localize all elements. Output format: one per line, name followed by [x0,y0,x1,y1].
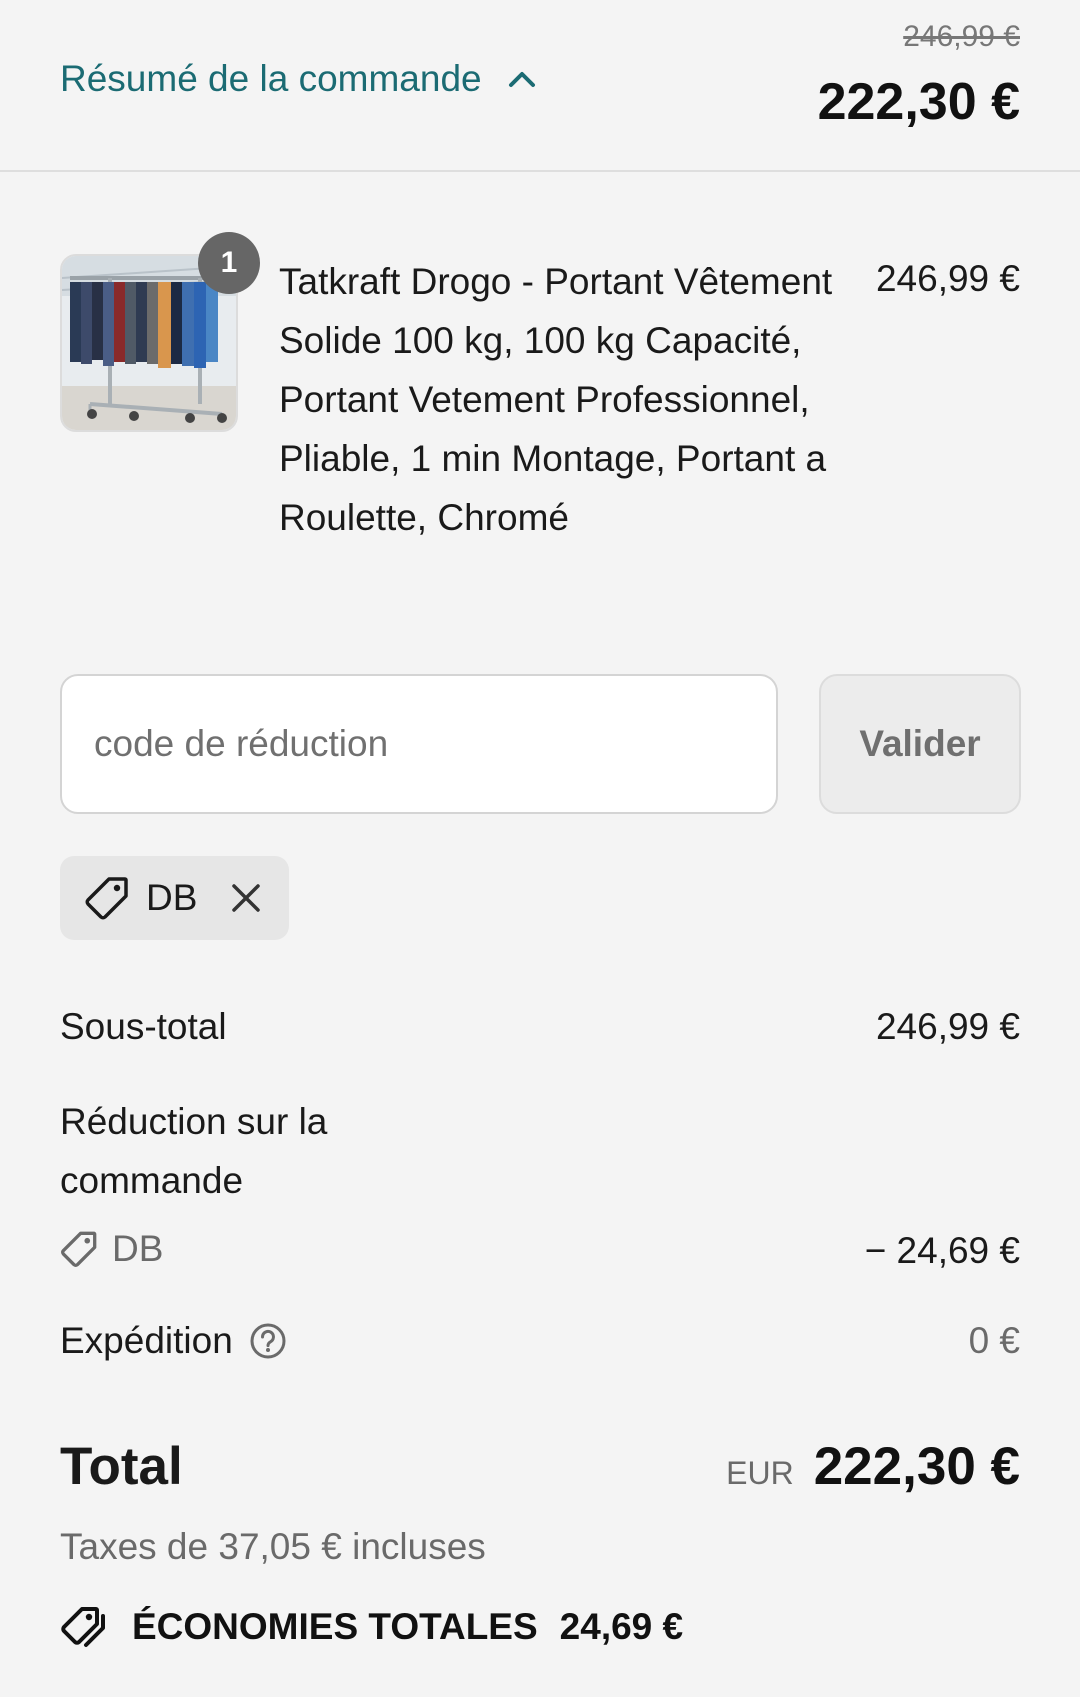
subtotal-value: 246,99 € [875,1006,1020,1047]
taxes-included: Taxes de 37,05 € incluses [60,1526,486,1567]
total-savings-amount: 24,69 € [559,1606,684,1647]
product-name: Tatkraft Drogo - Portant Vêtement Solide… [279,261,833,538]
quantity-badge: 1 [198,232,260,294]
subtotal-label: Sous-total [60,1006,227,1047]
shipping-value: 0 € [968,1320,1020,1361]
shipping-help-button[interactable] [249,1322,287,1360]
original-price: 246,99 € [903,20,1020,53]
reduction-code: DB [60,1228,163,1270]
tag-icon [85,877,128,920]
order-summary-header: Résumé de la commande 246,99 € 222,30 € [0,0,1080,172]
total-label: Total [60,1437,183,1496]
help-icon [250,1323,286,1359]
total-amount: 222,30 € [813,1437,1020,1496]
validate-button[interactable]: Valider [819,674,1021,814]
total-savings-label: ÉCONOMIES TOTALES [132,1606,538,1647]
header-total-price: 222,30 € [817,73,1020,131]
reduction-value: − 24,69 € [864,1230,1020,1271]
tags-icon [61,1607,105,1647]
total-savings: ÉCONOMIES TOTALES 24,69 € [60,1604,683,1650]
tag-icon [61,1231,97,1267]
order-reduction-label: Réduction sur la commande [60,1101,328,1201]
order-summary-toggle-label: Résumé de la commande [60,58,482,99]
currency-code: EUR [726,1455,794,1491]
chevron-up-icon [508,72,535,87]
order-summary-toggle[interactable]: Résumé de la commande [60,58,536,100]
reduction-code-label: DB [112,1228,164,1269]
shipping-label-row: Expédition [60,1320,287,1362]
applied-code-label: DB [146,877,198,918]
close-icon [232,884,261,912]
applied-discount-chip: DB [60,856,289,940]
total-amount-group: EUR 222,30 € [726,1436,1020,1497]
product-price: 246,99 € [875,258,1020,299]
remove-code-button[interactable] [231,883,261,913]
discount-code-input[interactable] [60,674,778,814]
shipping-label: Expédition [60,1320,233,1361]
